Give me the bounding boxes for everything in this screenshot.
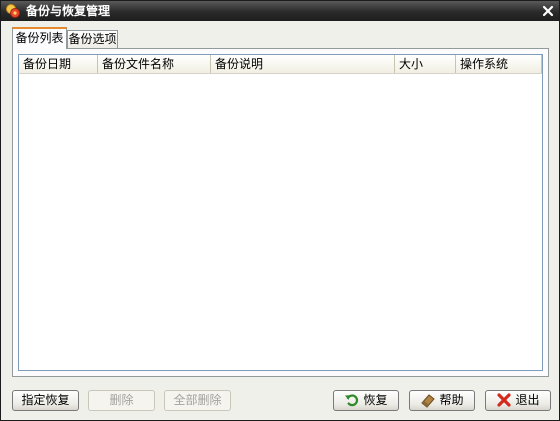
backup-restore-window: 备份与恢复管理 备份列表 备份选项 备份日期 备份文件名称 备份说明 大小 操作… (0, 0, 560, 421)
exit-button[interactable]: 退出 (485, 390, 551, 411)
delete-button[interactable]: 删除 (88, 390, 155, 411)
column-header-size[interactable]: 大小 (395, 55, 456, 73)
column-header-os[interactable]: 操作系统 (456, 55, 542, 73)
backup-list-table[interactable]: 备份日期 备份文件名称 备份说明 大小 操作系统 (18, 54, 543, 371)
table-header: 备份日期 备份文件名称 备份说明 大小 操作系统 (19, 55, 542, 74)
restore-specified-button[interactable]: 指定恢复 (12, 390, 79, 411)
delete-all-button[interactable]: 全部删除 (164, 390, 231, 411)
eraser-icon (420, 392, 436, 408)
exit-button-label: 退出 (515, 393, 540, 407)
tab-backup-list[interactable]: 备份列表 (12, 27, 67, 49)
help-button[interactable]: 帮助 (409, 390, 475, 411)
close-icon[interactable] (541, 4, 555, 18)
tab-panel-backup-list: 备份日期 备份文件名称 备份说明 大小 操作系统 (12, 48, 549, 377)
red-x-icon (496, 392, 512, 408)
help-button-label: 帮助 (439, 393, 464, 407)
title-bar[interactable]: 备份与恢复管理 (1, 1, 559, 21)
undo-arrow-icon (344, 392, 360, 408)
tab-backup-options[interactable]: 备份选项 (67, 30, 118, 49)
window-title: 备份与恢复管理 (26, 4, 111, 18)
restore-button[interactable]: 恢复 (333, 390, 399, 411)
column-header-backup-date[interactable]: 备份日期 (19, 55, 98, 73)
column-header-file-name[interactable]: 备份文件名称 (98, 55, 211, 73)
column-header-description[interactable]: 备份说明 (211, 55, 395, 73)
restore-button-label: 恢复 (363, 393, 388, 407)
app-logo-icon (5, 3, 21, 19)
